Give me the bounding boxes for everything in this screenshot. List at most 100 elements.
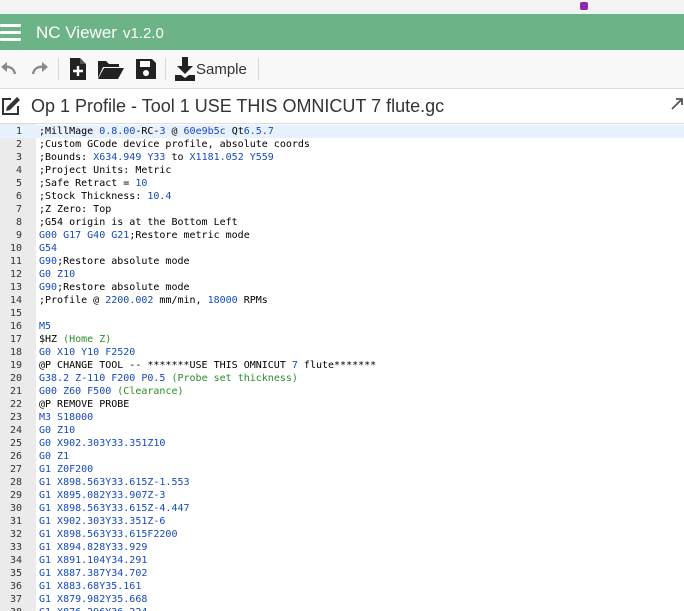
code-editor[interactable]: 1 ;MillMage 0.8.00-RC-3 @ 60e9b5c Qt6.5.7…: [0, 124, 684, 611]
code-token: G00 Z60 F500: [39, 386, 112, 397]
code-line[interactable]: 27 G1 Z0F200: [0, 463, 684, 476]
code-token: ;G54 origin is at the Bottom Left: [39, 217, 238, 228]
code-line[interactable]: 20 G38.2 Z-110 F200 P0.5 (Probe set thick…: [0, 372, 684, 385]
download-icon: [175, 57, 195, 81]
code-token: $HZ: [39, 334, 64, 345]
code-token: G1 X887.387Y34.702: [39, 568, 148, 579]
code-line[interactable]: 30 G1 X898.563Y33.615Z-4.447: [0, 502, 684, 515]
code-line[interactable]: 5 ;Safe Retract = 10: [0, 177, 684, 190]
code-line[interactable]: 10 G54: [0, 242, 684, 255]
code-token: ;Restore metric mode: [129, 230, 250, 241]
line-text: $HZ (Home Z): [39, 333, 111, 346]
code-line[interactable]: 19 @P CHANGE TOOL -- *******USE THIS OMNI…: [0, 359, 684, 372]
code-line[interactable]: 24 G0 Z10: [0, 424, 684, 437]
collapse-icon[interactable]: [670, 97, 684, 111]
sample-button[interactable]: Sample: [172, 56, 252, 82]
line-text: G1 X898.563Y33.615F2200: [39, 528, 177, 541]
code-token: 60e9b5c: [183, 126, 226, 137]
code-token: (Clearance): [117, 386, 184, 397]
code-line[interactable]: 35 G1 X887.387Y34.702: [0, 567, 684, 580]
code-token: G0 X10 Y10 F2520: [39, 347, 136, 358]
new-file-button[interactable]: [68, 56, 88, 82]
code-token: G00 G17 G40 G21: [39, 230, 130, 241]
code-token: G1 X898.563Y33.615Z-1.553: [39, 477, 190, 488]
code-line[interactable]: 13 G90;Restore absolute mode: [0, 281, 684, 294]
code-token: ;Profile @: [39, 295, 106, 306]
code-line[interactable]: 38 G1 X876.296Y36.224: [0, 606, 684, 611]
line-text: ;Project Units: Metric: [39, 164, 171, 177]
undo-button[interactable]: [0, 56, 18, 82]
line-number: 21: [9, 386, 22, 397]
line-number: 29: [9, 490, 22, 501]
code-line[interactable]: 25 G0 X902.303Y33.351Z10: [0, 437, 684, 450]
code-token: G1 X894.828Y33.929: [39, 542, 148, 553]
code-line[interactable]: 33 G1 X894.828Y33.929: [0, 541, 684, 554]
code-line[interactable]: 9 G00 G17 G40 G21;Restore metric mode: [0, 229, 684, 242]
hamburger-menu-icon[interactable]: [0, 23, 22, 41]
line-number: 32: [9, 529, 22, 540]
code-token: G0 Z10: [39, 425, 76, 436]
redo-button[interactable]: [30, 56, 50, 82]
code-line[interactable]: 16 M5: [0, 320, 684, 333]
line-number: 28: [9, 477, 22, 488]
code-line[interactable]: 4 ;Project Units: Metric: [0, 164, 684, 177]
code-line[interactable]: 26 G0 Z1: [0, 450, 684, 463]
code-line[interactable]: 17 $HZ (Home Z): [0, 333, 684, 346]
line-number: 13: [9, 282, 22, 293]
code-line[interactable]: 36 G1 X883.68Y35.161: [0, 580, 684, 593]
code-token: ;Restore absolute mode: [57, 256, 190, 267]
line-text: G1 X898.563Y33.615Z-4.447: [39, 502, 190, 515]
line-number: 3: [15, 152, 22, 163]
code-token: G0 X902.303Y33.351Z10: [39, 438, 166, 449]
code-line[interactable]: 12 G0 Z10: [0, 268, 684, 281]
floppy-disk-icon: [136, 59, 156, 79]
edit-icon[interactable]: [1, 96, 21, 116]
save-file-button[interactable]: [135, 56, 157, 82]
line-number: 34: [9, 555, 22, 566]
code-line[interactable]: 18 G0 X10 Y10 F2520: [0, 346, 684, 359]
line-text: G0 Z1: [39, 450, 69, 463]
code-line[interactable]: 31 G1 X902.303Y33.351Z-6: [0, 515, 684, 528]
browser-tab-strip: [0, 0, 684, 15]
code-line[interactable]: 15: [0, 307, 684, 320]
code-line[interactable]: 2 ;Custom GCode device profile, absolute …: [0, 138, 684, 151]
code-line[interactable]: 14 ;Profile @ 2200.002 mm/min, 18000 RPMs: [0, 294, 684, 307]
code-token: G54: [39, 243, 58, 254]
code-token: G1 X876.296Y36.224: [39, 607, 147, 611]
code-token: G1 X898.563Y33.615F2200: [39, 529, 178, 540]
code-line[interactable]: 29 G1 X895.082Y33.907Z-3: [0, 489, 684, 502]
code-token: ;Project Units: Metric: [39, 165, 172, 176]
code-token: -RC-: [135, 126, 160, 137]
code-line[interactable]: 6 ;Stock Thickness: 10.4: [0, 190, 684, 203]
toolbar-divider: [258, 58, 259, 80]
code-lines: 1 ;MillMage 0.8.00-RC-3 @ 60e9b5c Qt6.5.7…: [0, 125, 684, 611]
code-line[interactable]: 21 G00 Z60 F500 (Clearance): [0, 385, 684, 398]
code-line[interactable]: 32 G1 X898.563Y33.615F2200: [0, 528, 684, 541]
line-text: G1 Z0F200: [39, 463, 93, 476]
app-name: NC Viewer: [36, 23, 117, 42]
code-token: 6.5.7: [243, 126, 274, 137]
code-line[interactable]: 28 G1 X898.563Y33.615Z-1.553: [0, 476, 684, 489]
open-file-button[interactable]: [97, 56, 125, 82]
line-text: G0 X10 Y10 F2520: [39, 346, 135, 359]
line-text: ;Bounds: X634.949 Y33 to X1181.052 Y559: [39, 151, 274, 164]
line-number: 15: [9, 308, 22, 319]
browser-extension-icon[interactable]: [580, 2, 588, 10]
line-number: 9: [15, 230, 22, 241]
code-line[interactable]: 1 ;MillMage 0.8.00-RC-3 @ 60e9b5c Qt6.5.7: [0, 125, 684, 138]
code-line[interactable]: 22 @P REMOVE PROBE: [0, 398, 684, 411]
code-line[interactable]: 11 G90;Restore absolute mode: [0, 255, 684, 268]
code-line[interactable]: 34 G1 X891.104Y34.291: [0, 554, 684, 567]
code-line[interactable]: 3 ;Bounds: X634.949 Y33 to X1181.052 Y559: [0, 151, 684, 164]
toolbar: Sample: [0, 50, 684, 89]
line-text: M5: [39, 320, 51, 333]
code-line[interactable]: 23 M3 S18000: [0, 411, 684, 424]
line-text: G38.2 Z-110 F200 P0.5 (Probe set thickne…: [39, 372, 298, 385]
code-line[interactable]: 37 G1 X879.982Y35.668: [0, 593, 684, 606]
code-token: mm/min,: [153, 295, 208, 306]
line-number: 12: [9, 269, 22, 280]
line-text: G1 X898.563Y33.615Z-1.553: [39, 476, 190, 489]
code-token: G1 X898.563Y33.615Z-4.447: [39, 503, 190, 514]
code-line[interactable]: 8 ;G54 origin is at the Bottom Left: [0, 216, 684, 229]
code-line[interactable]: 7 ;Z Zero: Top: [0, 203, 684, 216]
